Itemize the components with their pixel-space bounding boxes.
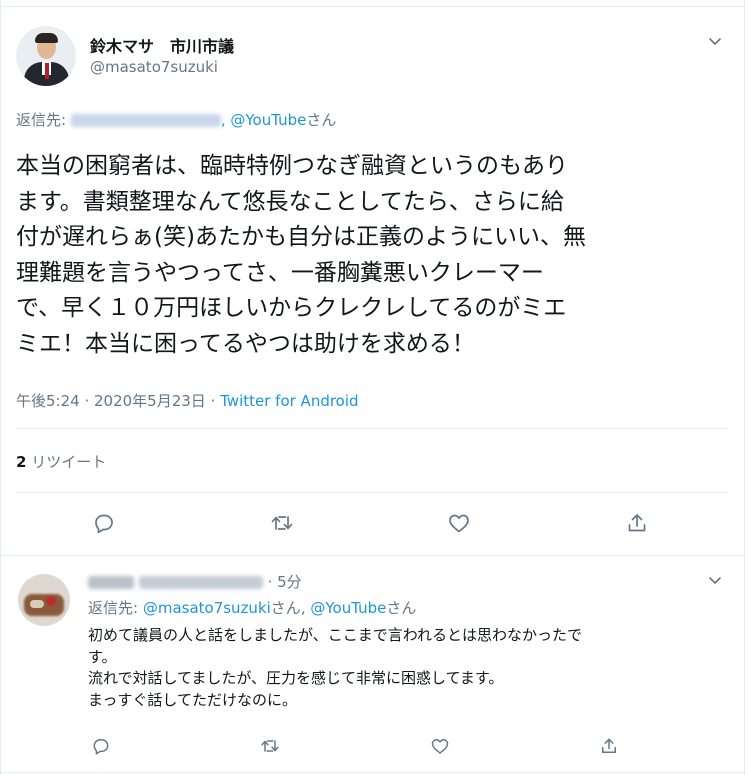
- share-button[interactable]: [625, 511, 649, 535]
- retweet-icon: [261, 740, 279, 752]
- tweet-date[interactable]: 2020年5月23日: [94, 392, 206, 410]
- tweet-text: 本当の困窮者は、臨時特例つなぎ融資というのもあり ます。書類整理なんて悠長なこと…: [16, 149, 716, 362]
- reply-to-youtube-link[interactable]: @YouTube: [310, 599, 386, 617]
- retweet-count: 2: [16, 453, 27, 471]
- share-icon: [602, 738, 616, 753]
- author-display-name[interactable]: 鈴木マサ 市川市議: [90, 33, 234, 57]
- reply-text-line: 流れで対話してましたが、圧力を感じて非常に困惑してます。: [88, 669, 504, 687]
- like-button[interactable]: [447, 511, 471, 535]
- tweet-text-line: 付が遅れらぁ(笑)あたかも自分は正義のようにいい、無: [16, 224, 586, 250]
- reply-menu-chevron-down-icon[interactable]: [707, 572, 723, 588]
- like-icon: [449, 514, 469, 533]
- reply-time-ago[interactable]: 5分: [277, 573, 302, 591]
- meta-separator: ·: [79, 392, 94, 410]
- tweet-menu-chevron-down-icon[interactable]: [707, 33, 723, 49]
- author-avatar[interactable]: [16, 26, 76, 86]
- reply-header: · 5分: [88, 571, 302, 592]
- tweet-meta: 午後5:24 · 2020年5月23日 · Twitter for Androi…: [16, 390, 359, 411]
- tweet-text-line: 理難題を言うやつってさ、一番胸糞悪いクレーマー: [16, 259, 544, 286]
- retweet-count-link[interactable]: 2 リツイート: [16, 451, 106, 472]
- reply-button[interactable]: [92, 511, 116, 535]
- reply-comma: ,: [300, 599, 311, 617]
- reply-to-youtube-link[interactable]: @YouTube: [230, 111, 306, 129]
- reply-divider: [0, 555, 745, 556]
- left-border: [0, 0, 1, 775]
- reply-text-line: まっすぐ話してただけなのに。: [88, 690, 297, 709]
- reply-text-line: す。: [88, 647, 117, 666]
- retweet-label: リツイート: [31, 453, 107, 471]
- right-border: [744, 0, 745, 775]
- replying-to-prefix: 返信先:: [16, 111, 71, 129]
- reply-text: 初めて議員の人と話をしましたが、ここまで言われるとは思わなかったで す。 流れで…: [88, 625, 728, 711]
- reply-reply-button[interactable]: [91, 736, 111, 756]
- tweet-text-line: で、早く１０万円ほしいからクレクレしてるのがミエ: [16, 295, 567, 321]
- top-divider: [0, 6, 745, 7]
- redacted-reply-handle: [138, 576, 263, 589]
- tweet-text-line: 本当の困窮者は、臨時特例つなぎ融資というのもあり: [16, 153, 568, 179]
- reply-author-avatar[interactable]: [18, 574, 70, 626]
- reply-icon: [95, 514, 113, 534]
- retweet-icon: [271, 516, 293, 530]
- reply-like-button[interactable]: [430, 736, 450, 756]
- stats-divider: [16, 492, 728, 493]
- retweet-button[interactable]: [270, 511, 294, 535]
- reply-san-2: さん: [386, 599, 417, 617]
- reply-icon: [93, 739, 109, 755]
- replying-to-comma: ,: [220, 111, 231, 129]
- meta-separator: ·: [205, 392, 221, 410]
- chevron-down-icon: [709, 577, 721, 584]
- chevron-down-icon: [709, 38, 721, 45]
- reply-text-line: 初めて議員の人と話をしましたが、ここまで言われるとは思わなかったで: [88, 626, 582, 644]
- redacted-username: [70, 114, 221, 127]
- meta-divider: [16, 428, 728, 429]
- reply-share-button[interactable]: [599, 736, 619, 756]
- reply-replying-to-prefix: 返信先:: [88, 599, 143, 617]
- tweet-text-line: ミエ！本当に困ってるやつは助けを求める！: [16, 330, 475, 357]
- reply-retweet-button[interactable]: [260, 736, 280, 756]
- author-handle[interactable]: @masato7suzuki: [90, 58, 218, 76]
- replying-to-san: さん: [306, 111, 337, 129]
- reply-to-masato-link[interactable]: @masato7suzuki: [143, 599, 271, 617]
- replying-to: 返信先: , @YouTubeさん: [16, 109, 336, 130]
- share-icon: [628, 514, 646, 532]
- reply-san-1: さん: [270, 599, 301, 617]
- redacted-reply-name: [88, 576, 134, 589]
- tweet-text-line: ます。書類整理なんて悠長なことしてたら、さらに給: [16, 188, 564, 215]
- tweet-source-link[interactable]: Twitter for Android: [220, 392, 358, 410]
- tweet-time[interactable]: 午後5:24: [16, 392, 80, 410]
- like-icon: [431, 739, 449, 754]
- bottom-divider: [0, 772, 745, 773]
- reply-replying-to: 返信先: @masato7suzukiさん, @YouTubeさん: [88, 597, 416, 618]
- reply-separator: ·: [262, 573, 278, 591]
